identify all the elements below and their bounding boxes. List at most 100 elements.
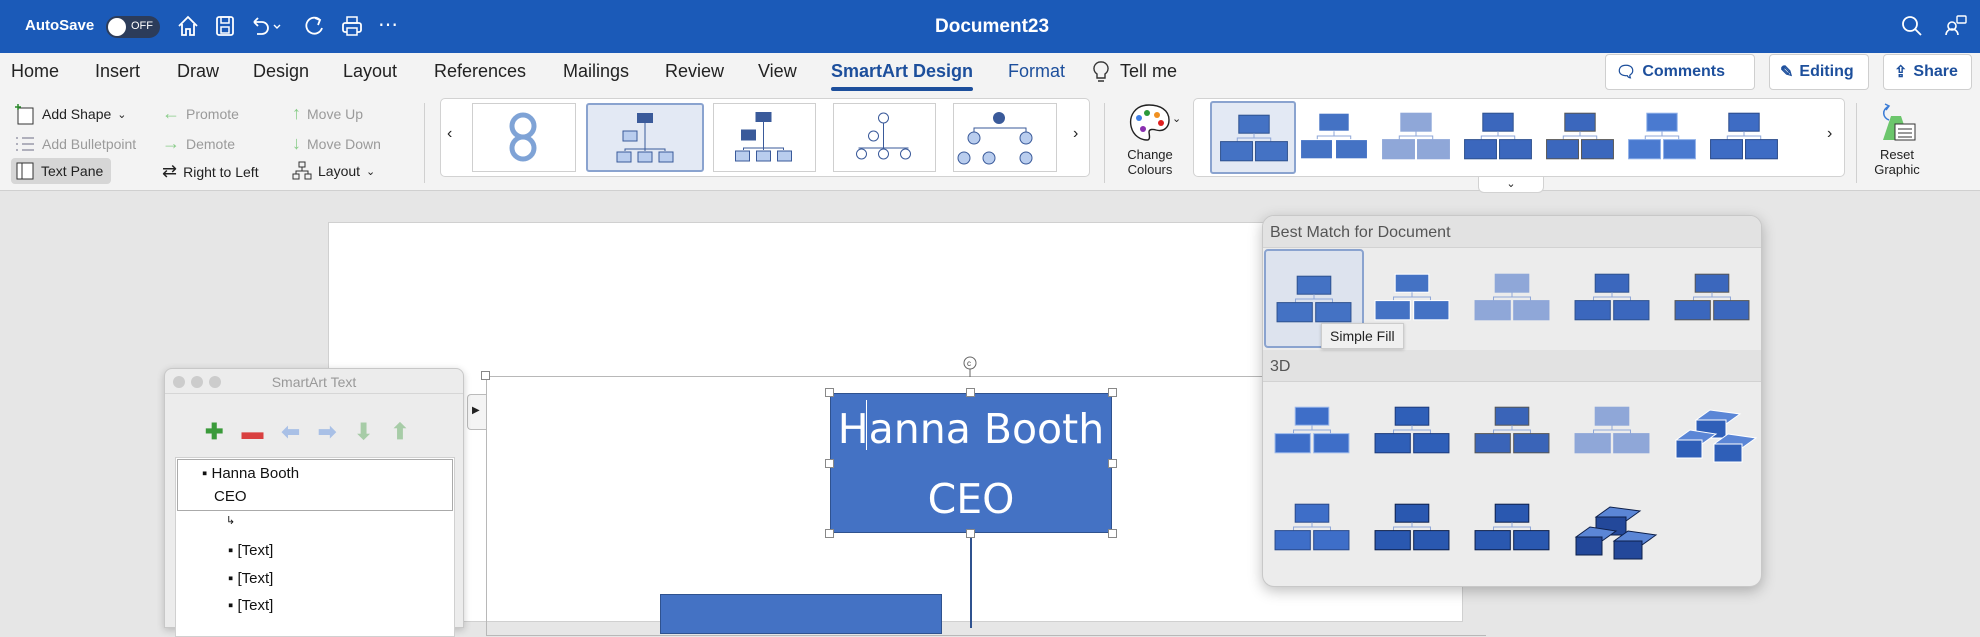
tab-layout[interactable]: Layout (343, 61, 397, 82)
layout-option[interactable] (953, 103, 1057, 172)
reset-graphic-icon (1883, 103, 1916, 141)
redo-icon[interactable] (302, 14, 326, 38)
list-item[interactable]: ▪ [Text] (228, 542, 273, 559)
style-option-3d[interactable] (1664, 386, 1761, 481)
node-title[interactable]: CEO (831, 464, 1111, 534)
tab-draw[interactable]: Draw (177, 61, 219, 82)
tab-view[interactable]: View (758, 61, 797, 82)
add-shape-button[interactable]: Add Shape ⌄ (14, 103, 127, 125)
style-option-3d[interactable] (1364, 483, 1464, 578)
move-down-arrow-icon[interactable]: ⬇ (354, 419, 372, 445)
style-option-best-match[interactable] (1564, 249, 1664, 348)
list-item[interactable]: ▪ Hanna Booth (202, 465, 299, 482)
demote-arrow-icon[interactable]: ➡ (318, 419, 336, 445)
org-chart-style-icon (1474, 273, 1550, 321)
move-up-button[interactable]: ↑ Move Up (292, 103, 363, 124)
tell-me[interactable]: Tell me (1120, 61, 1177, 82)
layout-option[interactable] (833, 103, 936, 172)
tab-references[interactable]: References (434, 61, 526, 82)
smartart-style-option[interactable] (1374, 101, 1460, 174)
smartart-style-option[interactable] (1292, 101, 1378, 174)
list-item[interactable]: ↳ (226, 514, 235, 527)
tab-mailings[interactable]: Mailings (563, 61, 629, 82)
style-option-best-match[interactable] (1664, 249, 1761, 348)
palette-icon (1129, 104, 1170, 141)
move-down-button[interactable]: ↓ Move Down (292, 133, 381, 154)
style-option-best-match[interactable] (1464, 249, 1564, 348)
smartart-style-option[interactable] (1620, 101, 1706, 174)
pane-text-list[interactable]: ▪ Hanna Booth CEO ↳ ▪ [Text] ▪ [Text] ▪ … (175, 457, 455, 637)
arrow-left-icon: ← (162, 103, 180, 123)
autosave-toggle[interactable]: OFF (106, 16, 160, 38)
tab-design[interactable]: Design (253, 61, 309, 82)
add-icon[interactable]: ✚ (205, 419, 223, 445)
smartart-style-option[interactable] (1456, 101, 1542, 174)
style-option-3d[interactable] (1464, 386, 1564, 481)
smartart-style-option[interactable] (1538, 101, 1624, 174)
home-icon[interactable] (176, 14, 200, 38)
style-option-3d[interactable] (1264, 386, 1364, 481)
remove-icon[interactable]: ▬ (241, 419, 263, 445)
org-chart-top-node[interactable]: Hanna Booth CEO (830, 393, 1112, 533)
style-option-3d[interactable] (1564, 386, 1664, 481)
layout-button[interactable]: Layout ⌄ (292, 161, 375, 181)
gallery-next-icon[interactable]: › (1827, 125, 1832, 143)
node-name[interactable]: Hanna Booth (831, 394, 1111, 464)
document-title: Document23 (935, 16, 1050, 37)
more-icon[interactable]: ⋯ (378, 12, 398, 37)
org-chart-style-icon (1374, 273, 1450, 321)
list-item[interactable]: ▪ [Text] (228, 570, 273, 587)
style-option-3d[interactable] (1564, 483, 1664, 578)
layout-option[interactable] (713, 103, 816, 172)
org-chart-style-icon (1220, 114, 1288, 162)
reset-graphic-button[interactable]: Reset Graphic (1862, 102, 1932, 187)
style-option-3d[interactable] (1464, 483, 1564, 578)
demote-button[interactable]: → Demote (162, 133, 235, 154)
arrow-down-icon: ↓ (292, 133, 301, 153)
smartart-style-option[interactable] (1210, 101, 1296, 174)
save-icon[interactable] (213, 14, 237, 38)
gallery-expand-button[interactable]: ⌄ (1478, 177, 1544, 193)
add-bulletpoint-button[interactable]: Add Bulletpoint (14, 133, 136, 155)
triangle-right-icon: ▶ (472, 405, 480, 416)
gallery-next-icon[interactable]: › (1073, 125, 1078, 143)
tab-smartart-design[interactable]: SmartArt Design (831, 61, 974, 91)
editing-button[interactable]: ✎ Editing (1769, 54, 1869, 90)
3d-blocks-icon (1674, 409, 1758, 463)
org-chart-child-node[interactable] (660, 594, 942, 634)
promote-button[interactable]: ← Promote (162, 103, 239, 124)
style-option-3d[interactable] (1264, 483, 1364, 578)
tab-review[interactable]: Review (665, 61, 724, 82)
share-button[interactable]: ⇪ Share (1883, 54, 1972, 90)
list-item[interactable]: CEO (214, 488, 247, 505)
list-item[interactable]: ▪ [Text] (228, 597, 273, 614)
tab-format[interactable]: Format (1008, 61, 1065, 82)
3d-blocks-icon (1574, 506, 1658, 560)
gallery-prev-icon[interactable]: ‹ (447, 125, 452, 143)
search-icon[interactable] (1900, 14, 1924, 38)
style-option-3d[interactable] (1364, 386, 1464, 481)
org-chart-style-icon (1374, 406, 1450, 454)
change-colours-button[interactable]: ⌄ Change Colours (1118, 102, 1182, 187)
text-pane-button[interactable]: Text Pane (11, 158, 112, 184)
move-up-arrow-icon[interactable]: ⬆ (391, 419, 409, 445)
layout-option[interactable] (472, 103, 576, 172)
lightbulb-icon[interactable] (1092, 60, 1110, 89)
rotate-handle-icon[interactable]: c (961, 355, 979, 377)
picture-hierarchy-layout-icon (957, 112, 1033, 165)
text-pane-toggle[interactable]: ▶ (467, 394, 486, 430)
undo-icon[interactable] (249, 14, 283, 38)
tab-insert[interactable]: Insert (95, 61, 140, 82)
print-icon[interactable] (340, 14, 364, 38)
tab-home[interactable]: Home (11, 61, 59, 82)
divider (1856, 103, 1857, 183)
org-chart-style-icon (1274, 406, 1350, 454)
pane-toolbar: ✚ ▬ ⬅ ➡ ⬇ ⬆ (205, 419, 409, 445)
comments-button[interactable]: 🗨 Comments (1605, 54, 1755, 90)
promote-arrow-icon[interactable]: ⬅ (281, 419, 299, 445)
smartart-style-option[interactable] (1702, 101, 1788, 174)
layout-option[interactable] (586, 103, 704, 172)
right-to-left-button[interactable]: ⇄ Right to Left (162, 161, 259, 182)
share-people-icon[interactable] (1943, 13, 1969, 39)
svg-text:c: c (967, 359, 971, 368)
